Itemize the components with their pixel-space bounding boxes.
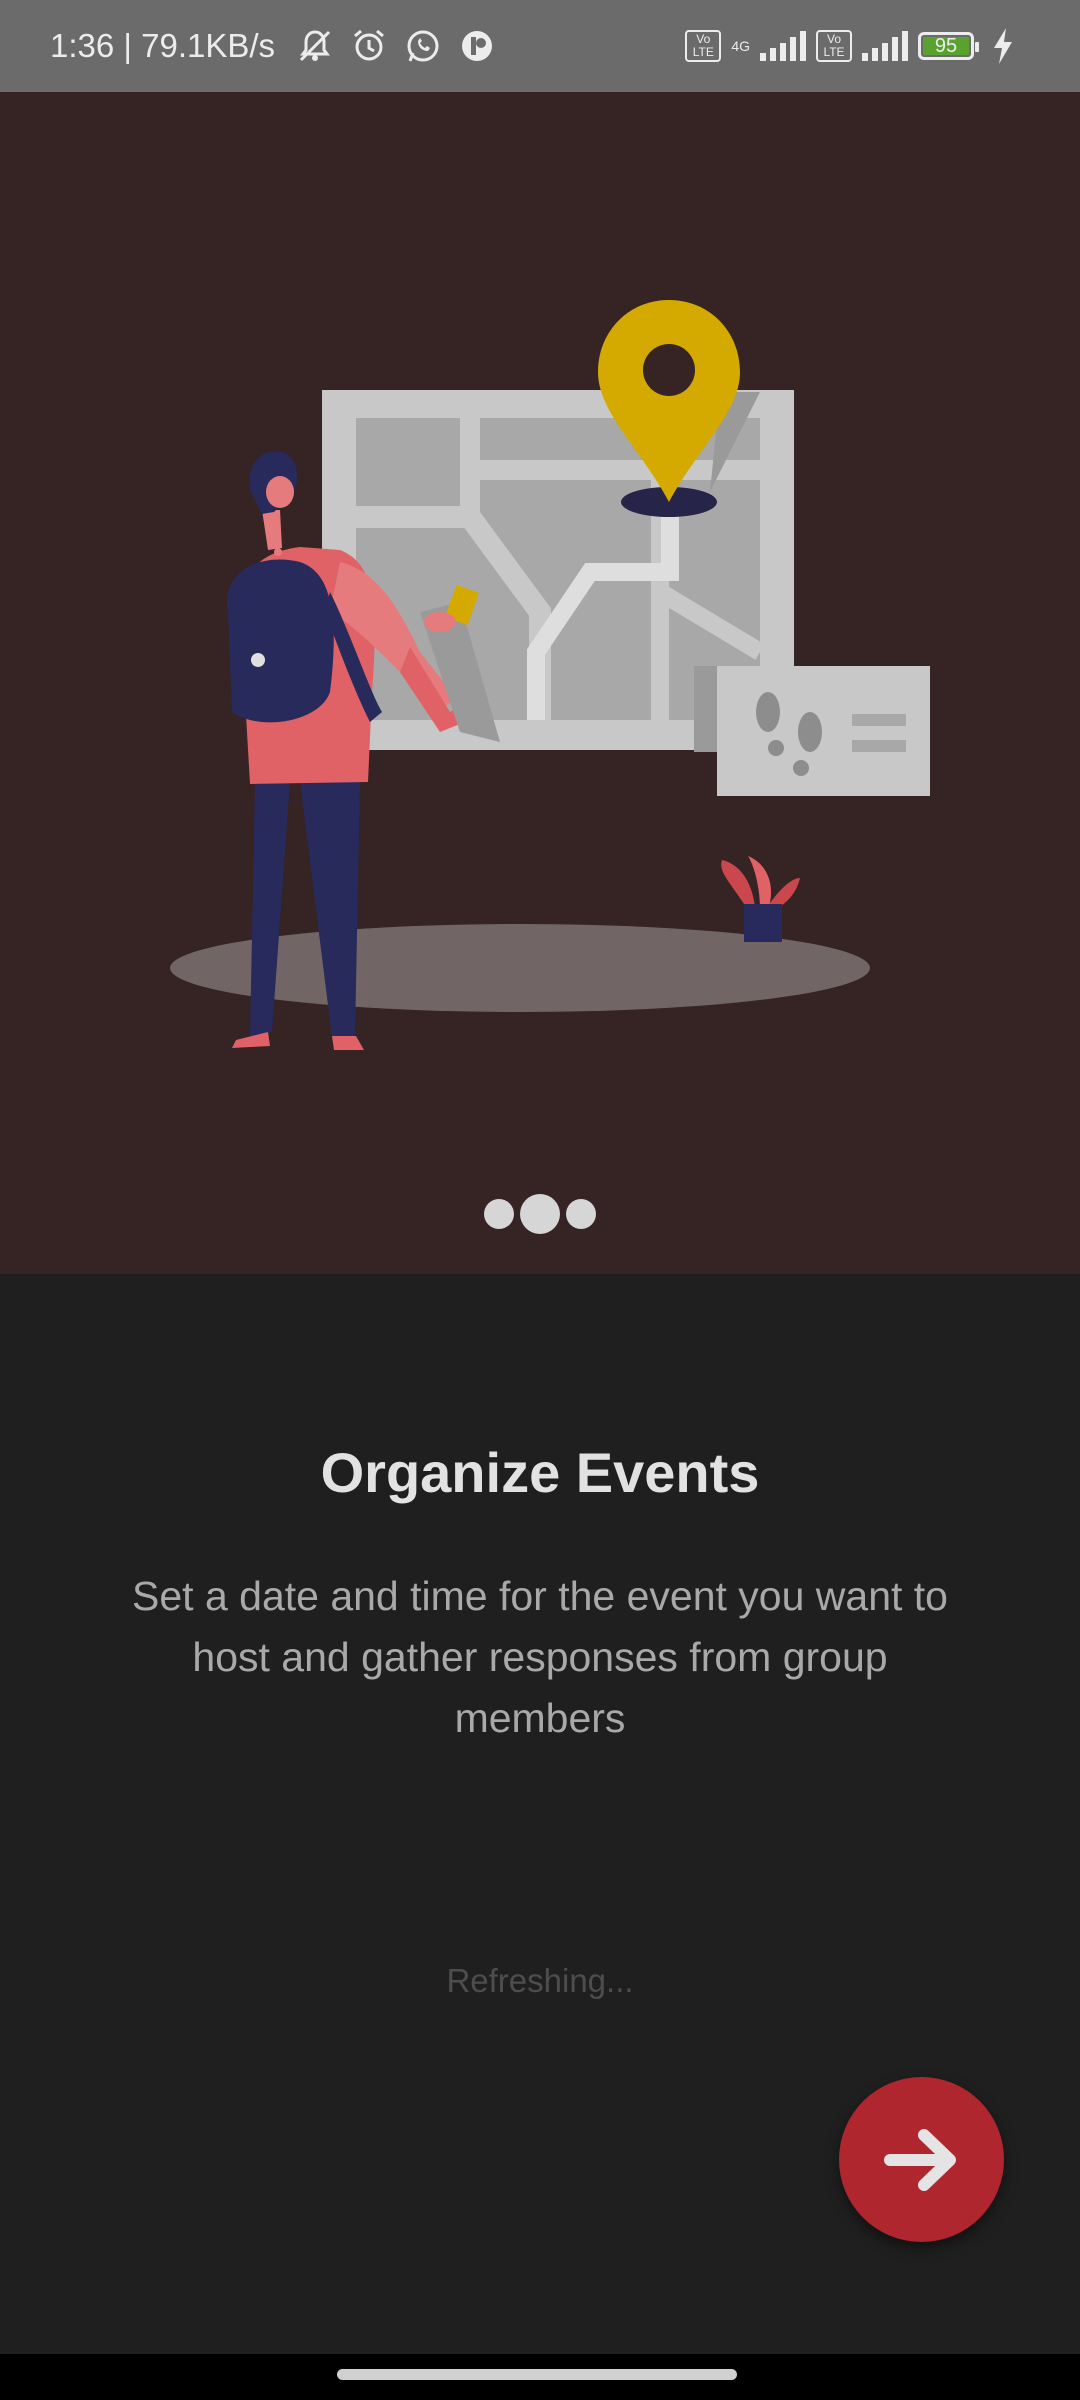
travel-map-illustration <box>170 300 930 1050</box>
arrow-right-icon <box>883 2128 956 2191</box>
network-type: 4G <box>731 38 750 54</box>
onboarding-title: Organize Events <box>320 1441 760 1504</box>
alarm-icon <box>349 26 389 66</box>
page-dot-2-active[interactable] <box>520 1194 560 1234</box>
volte-badge: Vo LTE <box>685 30 722 62</box>
battery-level: 95 <box>934 35 958 57</box>
hero-section <box>0 92 1080 1274</box>
onboarding-description: Set a date and time for the event you wa… <box>132 1573 948 1741</box>
status-bar-right: Vo LTE 4G Vo LTE 95 <box>685 26 1030 66</box>
next-button[interactable] <box>839 2077 1004 2242</box>
signal-strength-icon <box>760 31 806 61</box>
notification-icons <box>295 26 497 66</box>
home-gesture-bar[interactable] <box>337 2369 737 2380</box>
whatsapp-icon <box>403 26 443 66</box>
refreshing-status: Refreshing... <box>446 1962 634 1999</box>
page-dot-3[interactable] <box>566 1199 596 1229</box>
bell-off-icon <box>295 26 335 66</box>
time-and-speed: 1:36 | 79.1KB/s <box>50 27 276 64</box>
page-indicator <box>0 1194 1080 1234</box>
battery-indicator: 95 <box>918 32 979 60</box>
lightning-icon <box>990 26 1030 66</box>
volte-badge-2: Vo LTE <box>816 30 852 62</box>
status-bar: 1:36 | 79.1KB/s Vo LTE 4G Vo LTE 95 <box>0 0 1080 92</box>
page-dot-1[interactable] <box>484 1199 514 1229</box>
status-bar-left: 1:36 | 79.1KB/s <box>50 26 497 66</box>
app-icon <box>457 26 497 66</box>
signal-strength-icon-2 <box>862 31 908 61</box>
